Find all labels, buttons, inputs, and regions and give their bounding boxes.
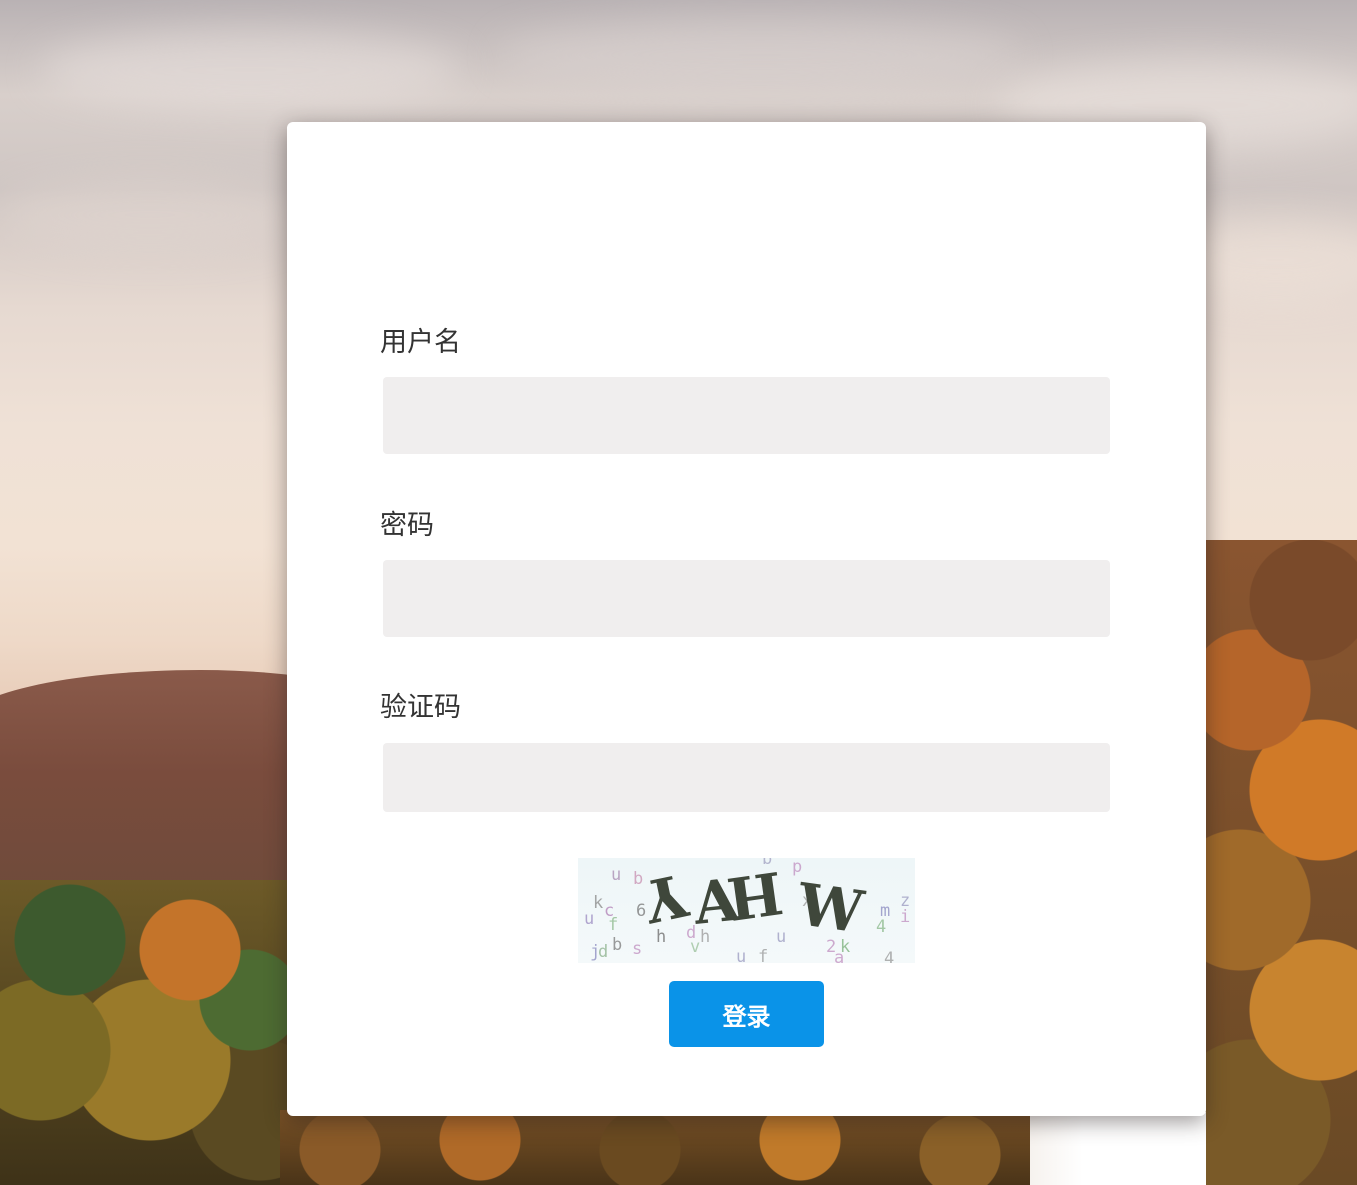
svg-text:d: d [598, 942, 608, 962]
svg-text:b: b [612, 935, 622, 955]
login-card: 用户名 密码 验证码 u b k c 6 u f h d h v j d b s [287, 122, 1206, 1116]
username-label: 用户名 [380, 327, 461, 358]
svg-text:f: f [758, 947, 768, 963]
svg-text:u: u [776, 927, 786, 947]
trees-left [0, 880, 300, 1185]
svg-text:i: i [900, 907, 910, 927]
captcha-image[interactable]: u b k c 6 u f h d h v j d b s b p x u 2 [578, 858, 915, 963]
svg-text:u: u [611, 865, 621, 885]
svg-text:Y: Y [638, 860, 694, 935]
svg-text:k: k [593, 893, 603, 913]
svg-text:a: a [834, 948, 844, 963]
svg-text:W: W [793, 870, 869, 947]
login-button[interactable]: 登录 [669, 981, 824, 1047]
password-input[interactable] [383, 560, 1110, 637]
svg-text:H: H [723, 858, 787, 933]
svg-text:6: 6 [636, 901, 646, 921]
username-input[interactable] [383, 377, 1110, 454]
svg-text:p: p [792, 858, 802, 877]
svg-text:u: u [736, 947, 746, 963]
svg-text:4: 4 [884, 949, 894, 963]
svg-text:f: f [608, 915, 618, 935]
captcha-text: Y A H W [638, 858, 869, 947]
password-label: 密码 [380, 510, 434, 541]
trees-bottom [280, 1110, 1040, 1185]
white-patch [1030, 1112, 1206, 1185]
svg-text:v: v [690, 937, 700, 957]
svg-text:4: 4 [876, 917, 886, 937]
trees-right [1190, 540, 1357, 1185]
svg-text:s: s [632, 939, 642, 959]
svg-text:u: u [584, 909, 594, 929]
captcha-input[interactable] [383, 743, 1110, 812]
captcha-label: 验证码 [380, 692, 461, 723]
